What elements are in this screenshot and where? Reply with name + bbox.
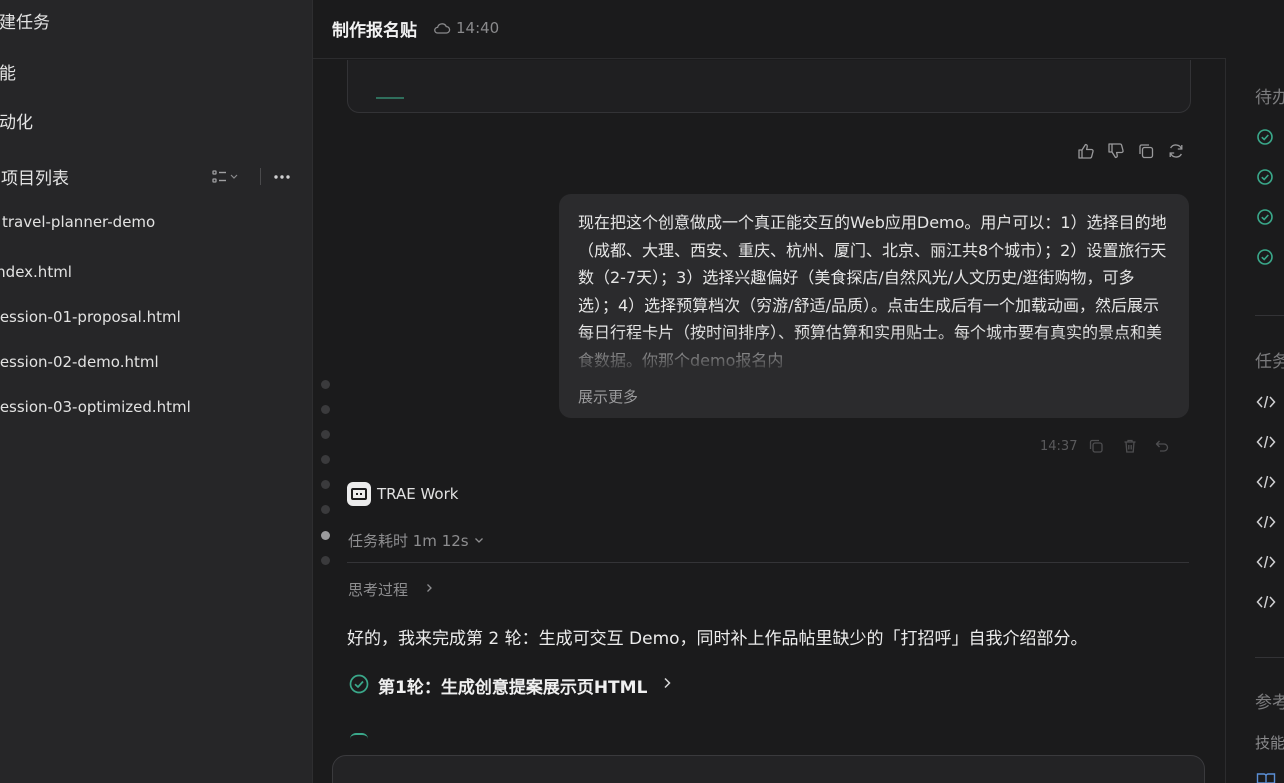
book-icon[interactable] bbox=[1256, 772, 1276, 783]
chevron-right-icon[interactable] bbox=[660, 676, 674, 690]
code-icon[interactable] bbox=[1256, 594, 1276, 610]
timeline-dot[interactable] bbox=[321, 430, 330, 439]
cloud-icon bbox=[434, 23, 451, 34]
delete-icon[interactable] bbox=[1122, 438, 1138, 454]
timeline-dot[interactable] bbox=[321, 455, 330, 464]
message-time: 14:37 bbox=[1040, 439, 1078, 454]
new-task-nav[interactable]: 新建任务 bbox=[0, 8, 50, 33]
timeline-dot[interactable] bbox=[321, 380, 330, 389]
card-accent bbox=[376, 97, 404, 99]
reference-header: 参考 bbox=[1255, 693, 1284, 713]
code-icon[interactable] bbox=[1256, 434, 1276, 450]
refresh-icon[interactable] bbox=[1167, 142, 1185, 160]
file-item[interactable]: session-01-proposal.html bbox=[0, 308, 181, 326]
conversation-header: 制作报名贴 14:40 bbox=[313, 0, 1226, 59]
project-list-tools bbox=[210, 166, 300, 188]
copy-icon[interactable] bbox=[1088, 438, 1104, 454]
project-folder[interactable]: travel-planner-demo bbox=[2, 213, 155, 231]
timeline-dot[interactable] bbox=[321, 556, 330, 565]
page-title: 制作报名贴 bbox=[332, 21, 417, 41]
timeline-dot[interactable] bbox=[321, 505, 330, 514]
tools-divider bbox=[260, 168, 261, 185]
code-icon[interactable] bbox=[1256, 514, 1276, 530]
timeline-navigator bbox=[320, 380, 332, 570]
timeline-dot[interactable] bbox=[321, 405, 330, 414]
thinking-process-toggle[interactable]: 思考过程 bbox=[348, 579, 408, 600]
skills-nav[interactable]: 技能 bbox=[0, 59, 16, 84]
divider bbox=[347, 562, 1189, 563]
conversation-panel: 制作报名贴 14:40 现在把这个创意做成一个真正能交互的Web应用Demo。用… bbox=[312, 0, 1226, 783]
check-circle-icon bbox=[1257, 169, 1273, 185]
more-icon[interactable] bbox=[272, 170, 292, 184]
todo-header: 待办 bbox=[1255, 88, 1284, 108]
agent-name: TRAE Work bbox=[377, 485, 459, 503]
check-circle-icon bbox=[1257, 209, 1273, 225]
chevron-down-icon[interactable] bbox=[473, 534, 485, 546]
chevron-right-icon[interactable] bbox=[423, 582, 435, 594]
feedback-actions bbox=[1077, 142, 1187, 162]
step-1-link[interactable]: 第1轮：生成创意提案展示页HTML bbox=[378, 673, 647, 698]
show-more-button[interactable]: 展示更多 bbox=[578, 386, 638, 407]
code-icon[interactable] bbox=[1256, 394, 1276, 410]
copy-icon[interactable] bbox=[1137, 142, 1155, 160]
file-item[interactable]: session-03-optimized.html bbox=[0, 398, 191, 416]
message-composer[interactable] bbox=[332, 755, 1205, 783]
timeline-dot-active[interactable] bbox=[321, 531, 330, 540]
timeline-dot[interactable] bbox=[321, 480, 330, 489]
check-circle-icon bbox=[1257, 129, 1273, 145]
skills-label: 技能 bbox=[1255, 734, 1284, 752]
automation-nav[interactable]: 自动化 bbox=[0, 108, 33, 133]
agent-reply: 好的，我来完成第 2 轮：生成可交互 Demo，同时补上作品帖里缺少的「打招呼」… bbox=[347, 629, 1088, 649]
check-circle-icon bbox=[350, 733, 368, 739]
sidebar: 新建任务 技能 自动化 回项目列表 travel-planner-demo in… bbox=[0, 0, 312, 783]
app-window: 新建任务 技能 自动化 回项目列表 travel-planner-demo in… bbox=[0, 0, 1284, 783]
undo-icon[interactable] bbox=[1154, 438, 1170, 454]
check-circle-icon bbox=[1257, 249, 1273, 265]
task-header: 任务 bbox=[1255, 352, 1284, 372]
last-saved-time: 14:40 bbox=[456, 19, 500, 37]
code-icon[interactable] bbox=[1256, 554, 1276, 570]
text-fade bbox=[559, 330, 1189, 374]
previous-card bbox=[347, 60, 1191, 113]
list-view-icon[interactable] bbox=[212, 169, 238, 185]
code-icon[interactable] bbox=[1256, 474, 1276, 490]
message-meta: 14:37 bbox=[1040, 438, 1190, 458]
right-panel: 待办 任务 bbox=[1225, 59, 1284, 783]
divider bbox=[1255, 315, 1284, 316]
file-item[interactable]: index.html bbox=[0, 263, 72, 281]
check-circle-icon bbox=[349, 674, 369, 694]
divider bbox=[1255, 657, 1284, 658]
file-item[interactable]: session-02-demo.html bbox=[0, 353, 159, 371]
thumbs-down-icon[interactable] bbox=[1107, 142, 1125, 160]
user-message-bubble: 现在把这个创意做成一个真正能交互的Web应用Demo。用户可以：1）选择目的地（… bbox=[559, 194, 1189, 418]
back-to-project-list[interactable]: 回项目列表 bbox=[0, 164, 69, 189]
trae-logo-icon bbox=[351, 488, 367, 500]
task-duration[interactable]: 任务耗时 1m 12s bbox=[348, 530, 469, 551]
agent-avatar bbox=[347, 482, 371, 506]
thumbs-up-icon[interactable] bbox=[1077, 142, 1095, 160]
